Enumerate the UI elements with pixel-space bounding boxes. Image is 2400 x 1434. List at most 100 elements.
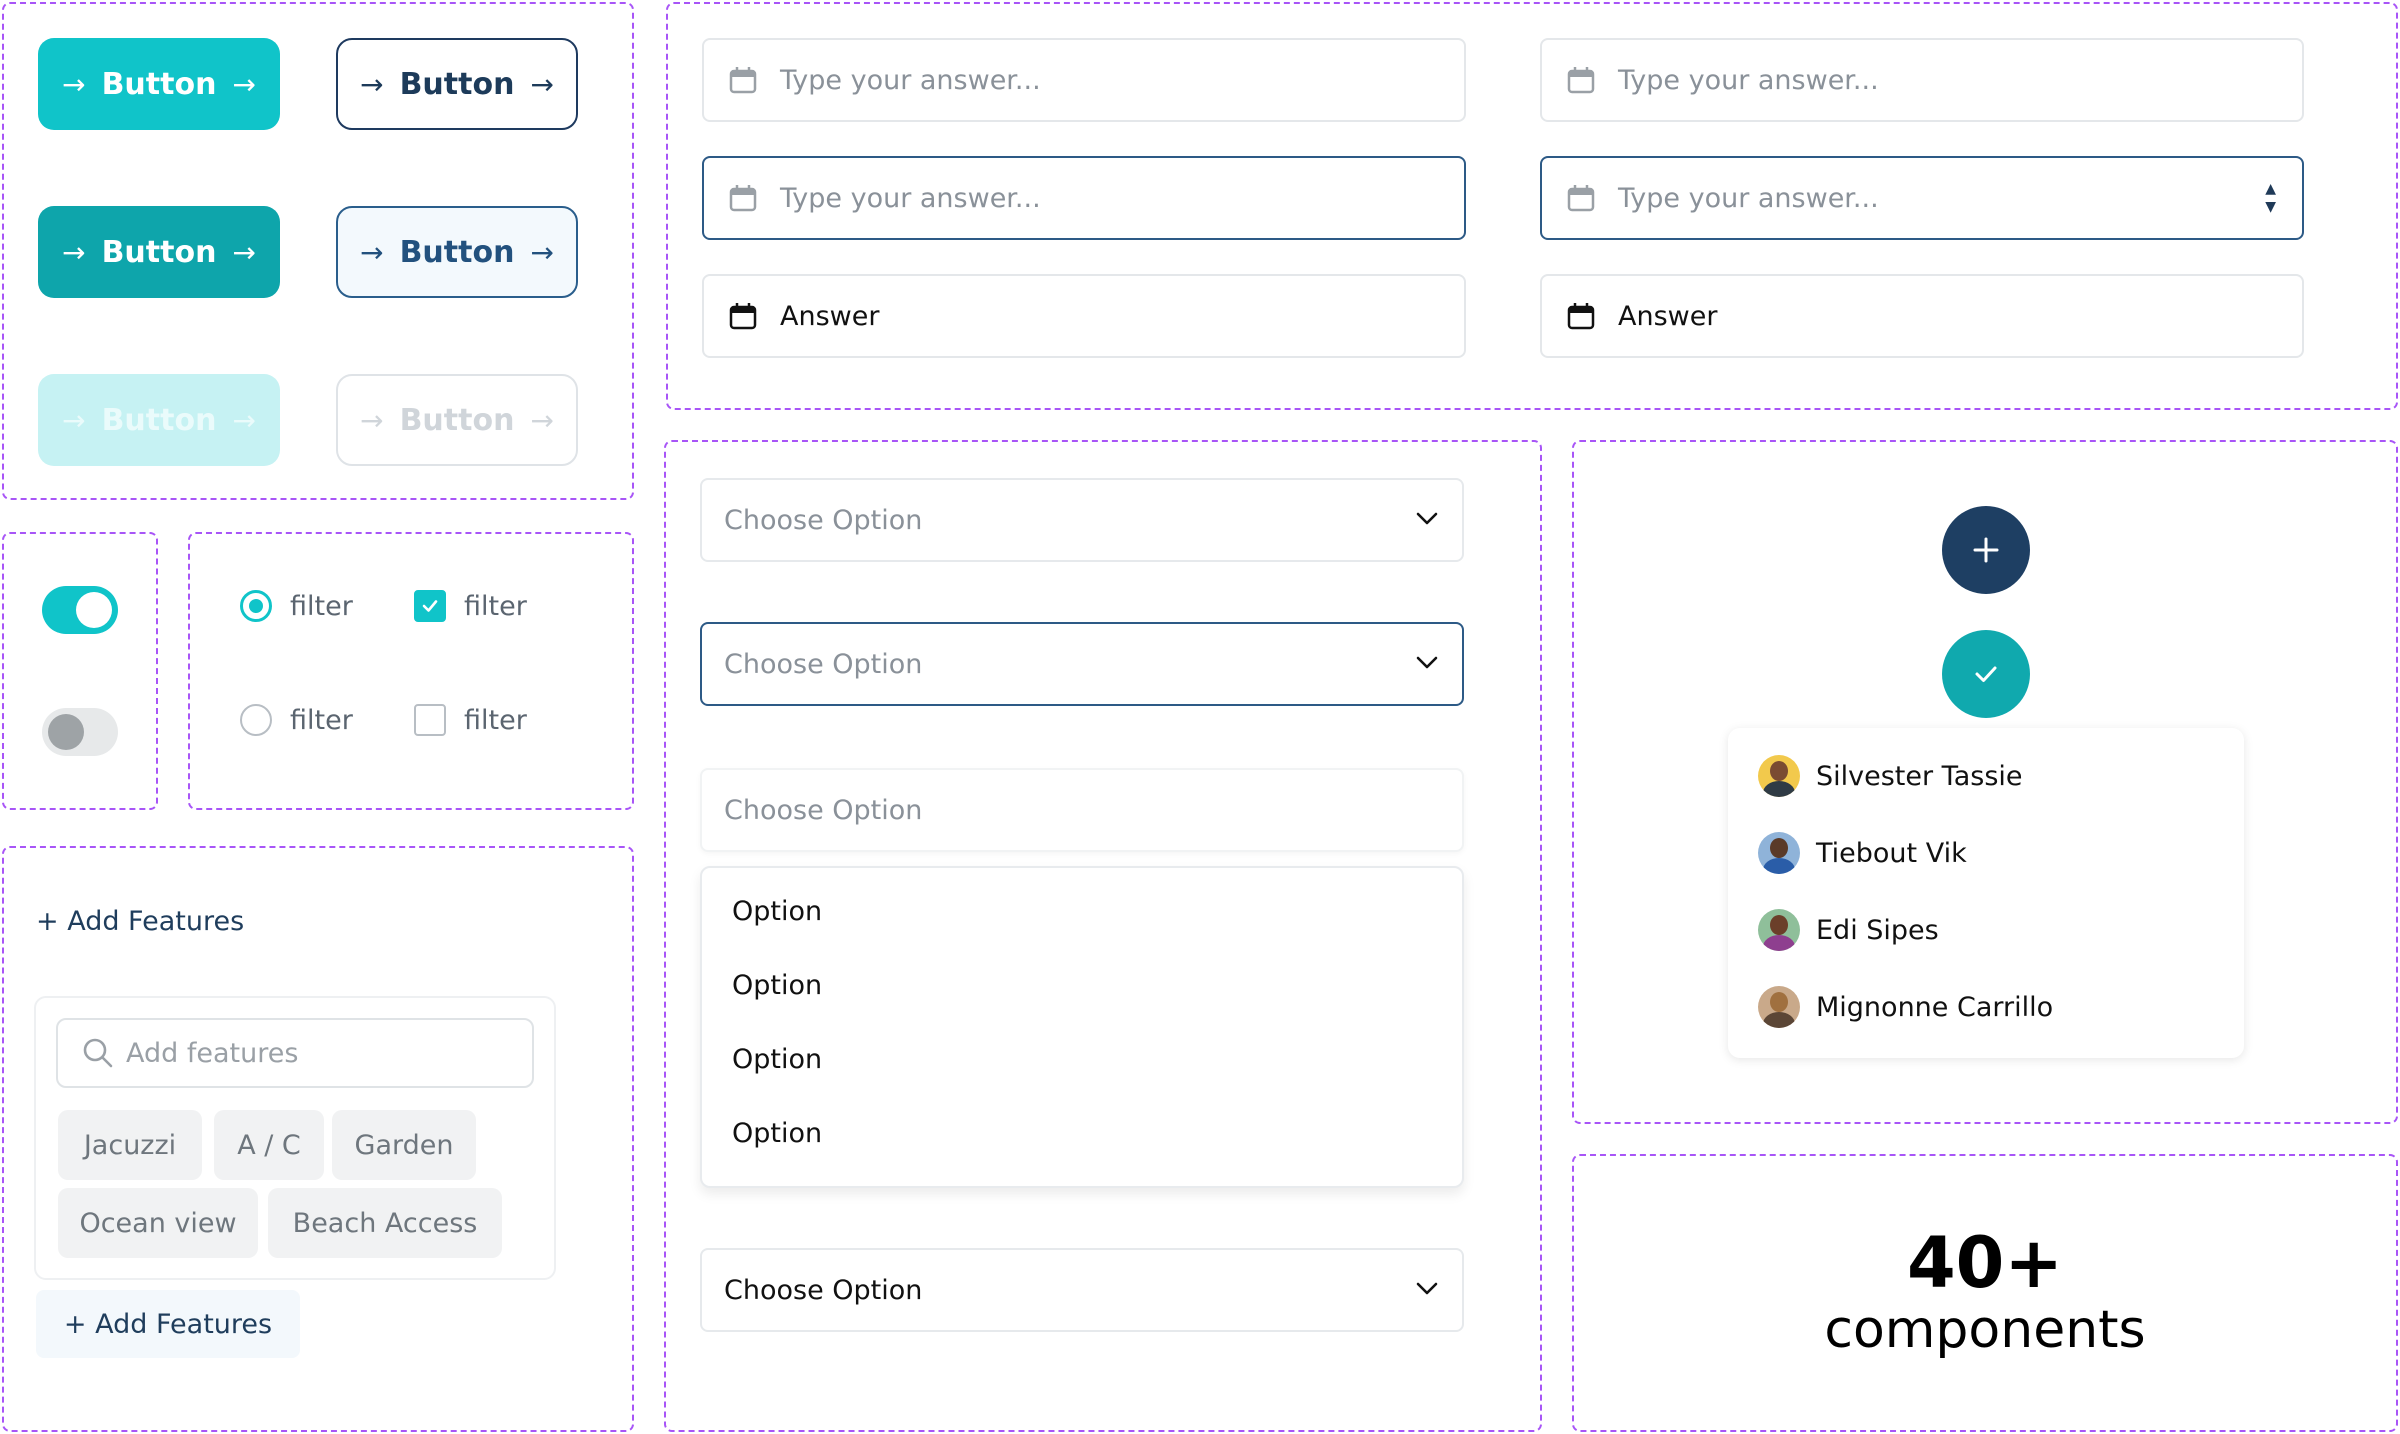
calendar-icon xyxy=(1566,65,1596,95)
select-placeholder: Choose Option xyxy=(724,648,923,680)
checkbox[interactable] xyxy=(414,590,446,622)
dropdown-option[interactable]: Option xyxy=(732,970,822,1001)
button-label: Button xyxy=(101,402,217,438)
checkbox-label: filter xyxy=(464,590,527,622)
feature-chip[interactable]: A / C xyxy=(214,1110,324,1180)
arrow-right-icon: → xyxy=(360,67,384,101)
date-input-filled[interactable]: Answer xyxy=(702,274,1466,358)
checkbox-label: filter xyxy=(464,704,527,736)
secondary-button-disabled: → Button → xyxy=(336,374,578,466)
choices-panel xyxy=(188,532,634,810)
calendar-icon xyxy=(728,183,758,213)
date-input-filled-2[interactable]: Answer xyxy=(1540,274,2304,358)
select-default[interactable]: Choose Option xyxy=(700,478,1464,562)
select-filled[interactable]: Choose Option xyxy=(700,1248,1464,1332)
select-dropdown-menu: Option Option Option Option xyxy=(700,866,1464,1188)
toggle-switch-on[interactable] xyxy=(42,586,118,634)
person-name: Tiebout Vik xyxy=(1816,837,1967,869)
date-input-default-2[interactable]: Type your answer... xyxy=(1540,38,2304,122)
toggle-switch-off[interactable] xyxy=(42,708,118,756)
check-icon xyxy=(422,600,438,612)
radio-button[interactable] xyxy=(240,590,272,622)
calendar-icon xyxy=(1566,183,1596,213)
arrow-right-icon: → xyxy=(530,403,554,437)
number-input-focused[interactable]: Type your answer... ▲ ▼ xyxy=(1540,156,2304,240)
list-item[interactable]: Tiebout Vik xyxy=(1758,832,1967,874)
calendar-icon xyxy=(1566,301,1596,331)
input-placeholder: Type your answer... xyxy=(1618,182,1879,214)
radio-filter-checked[interactable]: filter xyxy=(240,590,353,622)
toggle-knob xyxy=(76,592,112,628)
search-placeholder: Add features xyxy=(126,1037,299,1069)
feature-chip[interactable]: Beach Access xyxy=(268,1188,502,1258)
input-value: Answer xyxy=(1618,300,1718,332)
checkbox[interactable] xyxy=(414,704,446,736)
dropdown-option[interactable]: Option xyxy=(732,1118,822,1149)
calendar-icon xyxy=(728,65,758,95)
avatar xyxy=(1758,832,1800,874)
plus-icon xyxy=(1973,537,1999,563)
checkbox-filter-checked[interactable]: filter xyxy=(414,590,527,622)
button-label: Button xyxy=(101,66,217,102)
select-open[interactable]: Choose Option xyxy=(700,768,1464,852)
chevron-down-icon xyxy=(1416,656,1438,670)
select-placeholder: Choose Option xyxy=(724,504,923,536)
chevron-down-icon xyxy=(1416,1282,1438,1296)
checkbox-filter-unchecked[interactable]: filter xyxy=(414,704,527,736)
arrow-right-icon: → xyxy=(530,235,554,269)
feature-chip[interactable]: Garden xyxy=(332,1110,476,1180)
input-placeholder: Type your answer... xyxy=(780,182,1041,214)
arrow-right-icon: → xyxy=(530,67,554,101)
arrow-right-icon: → xyxy=(232,403,256,437)
list-item[interactable]: Silvester Tassie xyxy=(1758,755,2023,797)
toggles-panel xyxy=(2,532,158,810)
feature-chip[interactable]: Ocean view xyxy=(58,1188,258,1258)
calendar-icon xyxy=(728,301,758,331)
secondary-button-hover[interactable]: → Button → xyxy=(336,206,578,298)
avatar xyxy=(1758,909,1800,951)
select-focused[interactable]: Choose Option xyxy=(700,622,1464,706)
button-label: Button xyxy=(399,234,515,270)
avatar xyxy=(1758,986,1800,1028)
primary-button-disabled: → Button → xyxy=(38,374,280,466)
input-placeholder: Type your answer... xyxy=(780,64,1041,96)
radio-label: filter xyxy=(290,590,353,622)
dropdown-option[interactable]: Option xyxy=(732,1044,822,1075)
input-placeholder: Type your answer... xyxy=(1618,64,1879,96)
secondary-button[interactable]: → Button → xyxy=(336,38,578,130)
arrow-right-icon: → xyxy=(232,235,256,269)
button-label: Button xyxy=(101,234,217,270)
confirm-fab-button[interactable] xyxy=(1942,630,2030,718)
person-name: Silvester Tassie xyxy=(1816,760,2023,792)
feature-chip[interactable]: Jacuzzi xyxy=(58,1110,202,1180)
list-item[interactable]: Edi Sipes xyxy=(1758,909,1939,951)
add-fab-button[interactable] xyxy=(1942,506,2030,594)
components-label: components xyxy=(1824,1300,2146,1360)
add-features-link[interactable]: + Add Features xyxy=(36,906,244,937)
date-input-default[interactable]: Type your answer... xyxy=(702,38,1466,122)
radio-label: filter xyxy=(290,704,353,736)
select-value: Choose Option xyxy=(724,1274,923,1306)
spinner-icon[interactable]: ▲ ▼ xyxy=(2265,180,2276,216)
radio-button[interactable] xyxy=(240,704,272,736)
search-icon xyxy=(83,1038,113,1068)
select-placeholder: Choose Option xyxy=(724,794,923,826)
date-input-focused[interactable]: Type your answer... xyxy=(702,156,1466,240)
arrow-right-icon: → xyxy=(360,403,384,437)
people-list: Silvester Tassie Tiebout Vik Edi Sipes M… xyxy=(1728,728,2244,1058)
person-name: Edi Sipes xyxy=(1816,914,1939,946)
radio-filter-unchecked[interactable]: filter xyxy=(240,704,353,736)
primary-button[interactable]: → Button → xyxy=(38,38,280,130)
toggle-knob xyxy=(48,714,84,750)
features-search-input[interactable]: Add features xyxy=(56,1018,534,1088)
person-name: Mignonne Carrillo xyxy=(1816,991,2054,1023)
button-label: Button xyxy=(399,66,515,102)
arrow-right-icon: → xyxy=(62,403,86,437)
add-features-button[interactable]: + Add Features xyxy=(36,1290,300,1358)
list-item[interactable]: Mignonne Carrillo xyxy=(1758,986,2053,1028)
check-icon xyxy=(1975,666,1997,682)
dropdown-option[interactable]: Option xyxy=(732,896,822,927)
primary-button-pressed[interactable]: → Button → xyxy=(38,206,280,298)
arrow-right-icon: → xyxy=(62,67,86,101)
button-label: Button xyxy=(399,402,515,438)
